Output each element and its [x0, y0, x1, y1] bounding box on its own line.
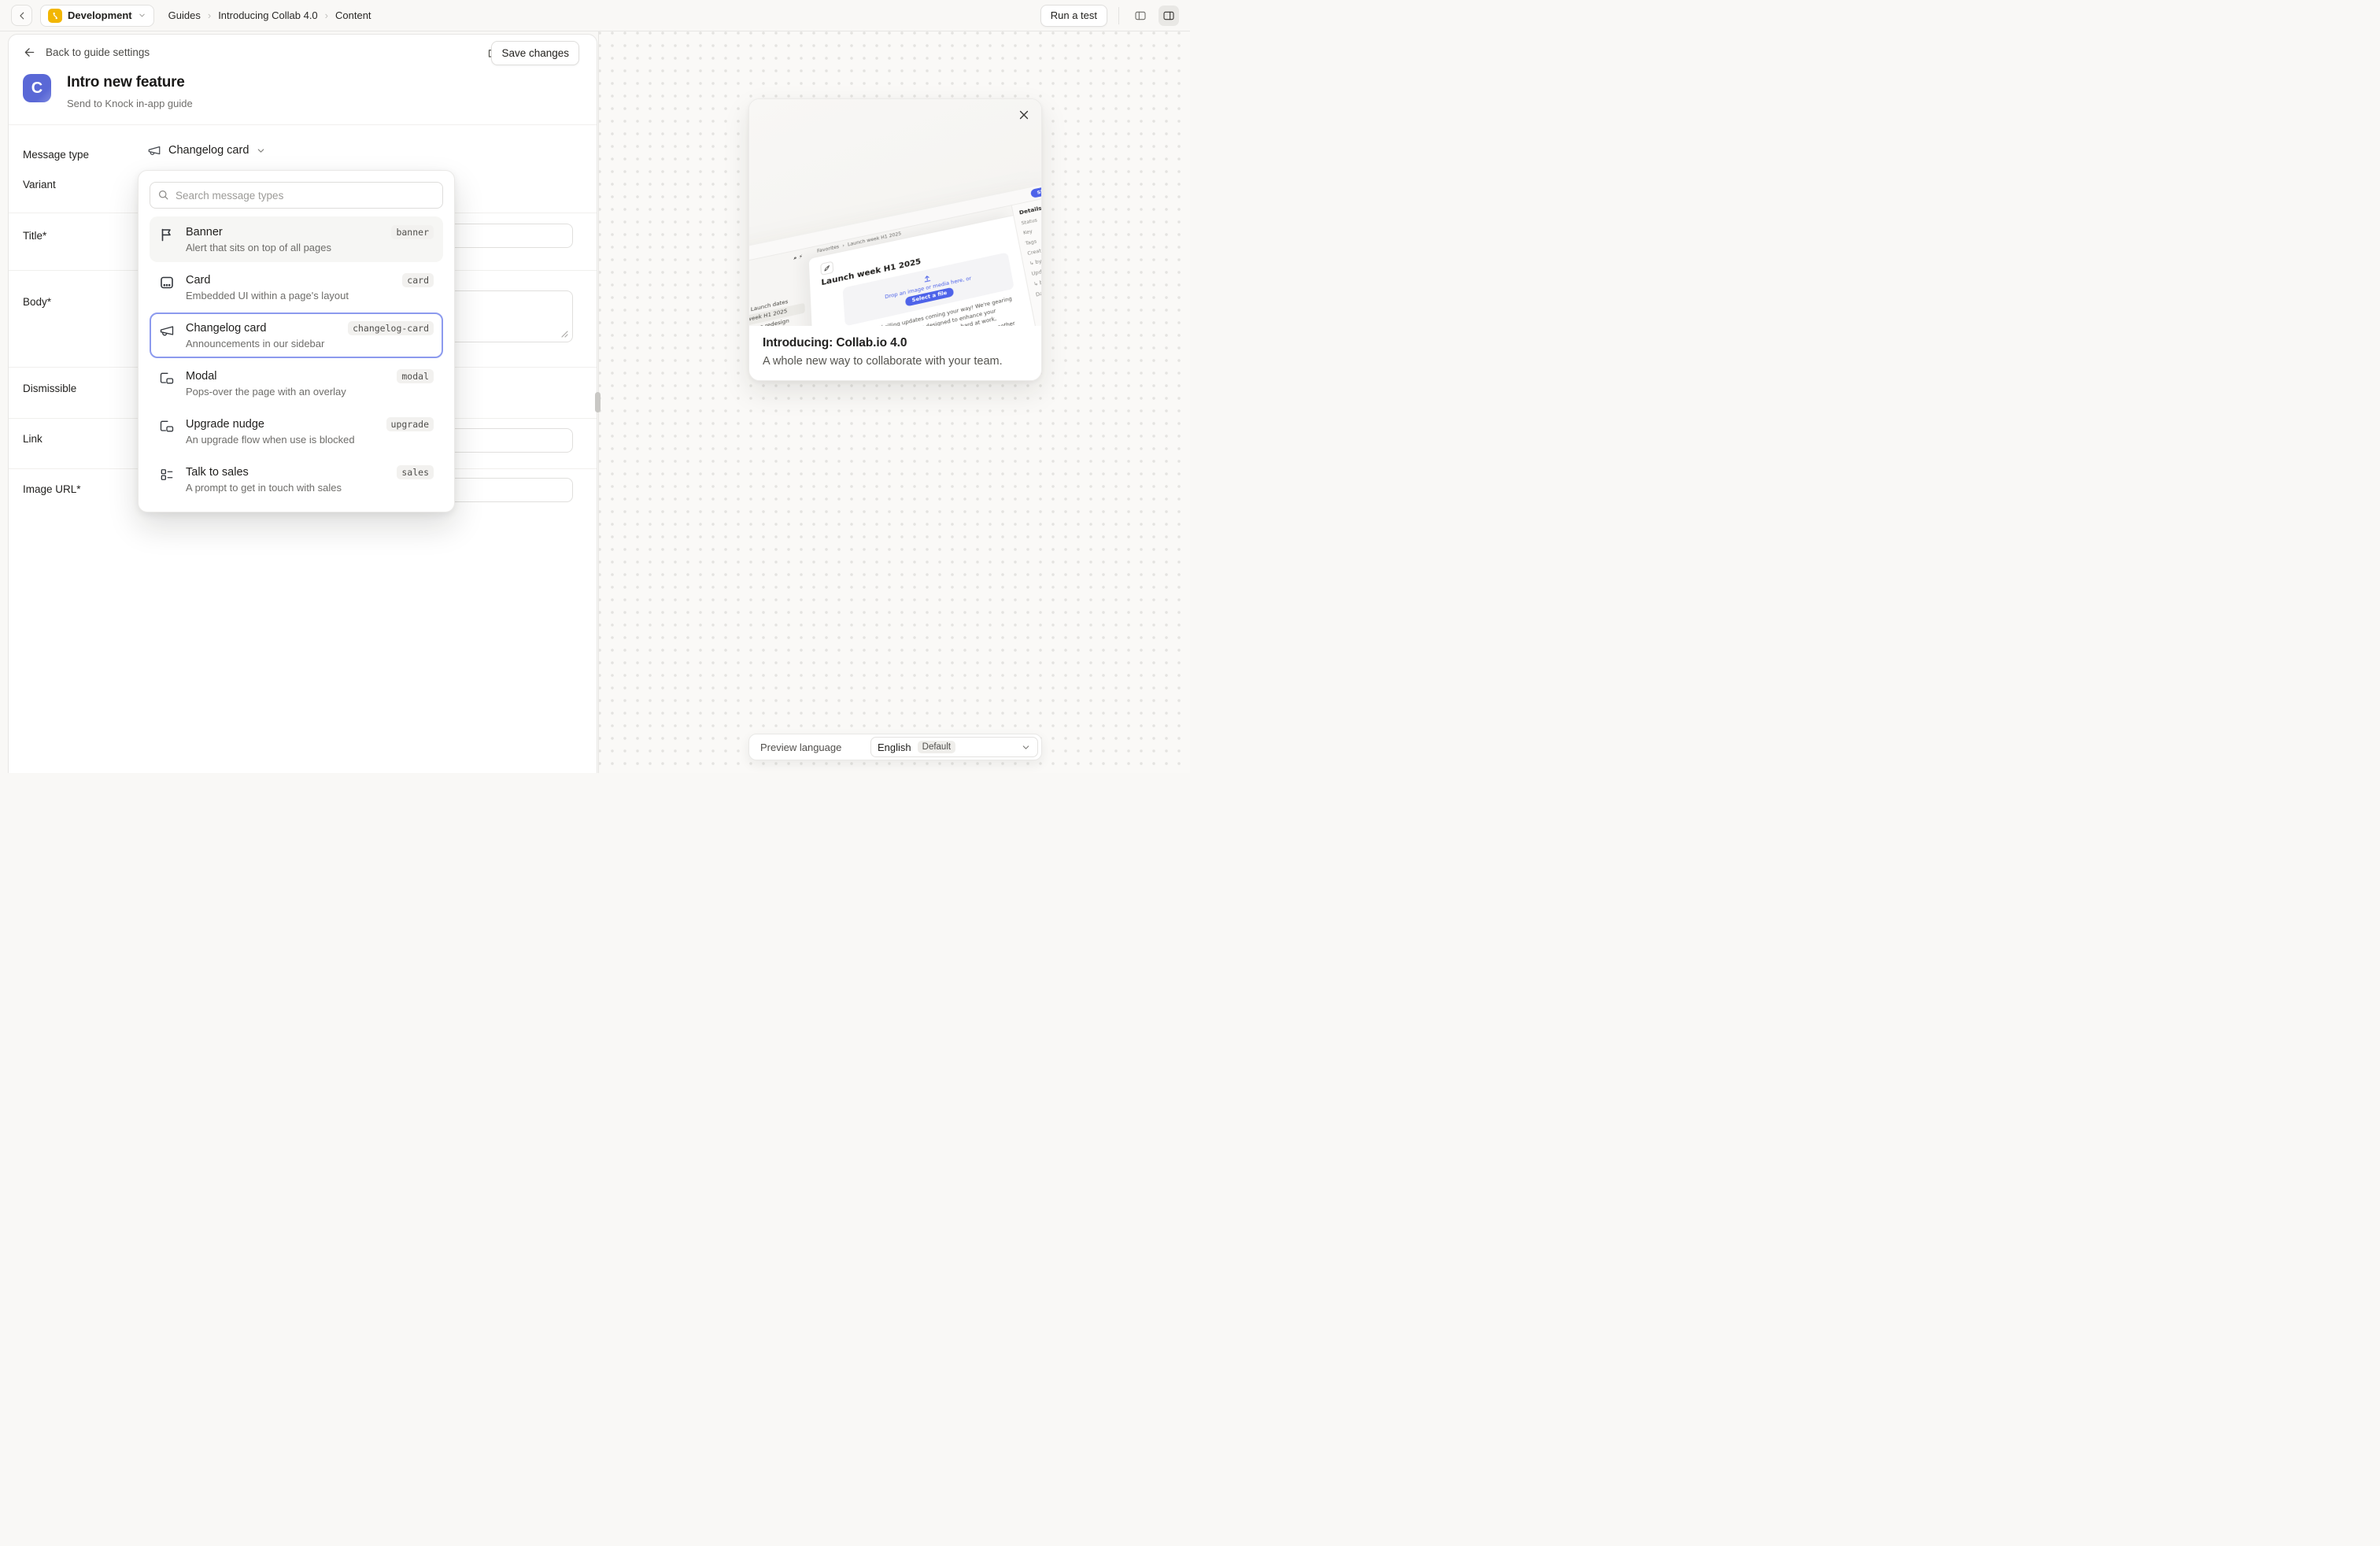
option-description: Embedded UI within a page's layout — [186, 290, 434, 301]
option-title: Banner — [186, 226, 391, 239]
message-type-value: Changelog card — [168, 144, 249, 157]
chevron-left-icon — [17, 10, 28, 21]
variant-label: Variant — [23, 179, 56, 190]
panel-right-icon — [1162, 9, 1175, 22]
card-icon — [159, 273, 176, 301]
option-description: Pops-over the page with an overlay — [186, 386, 434, 398]
toggle-right-panel-button[interactable] — [1159, 6, 1179, 26]
link-field-label: Link — [23, 433, 42, 445]
preview-panel: Share Collab.io ⌄⌕ ⚡ ⌂ Home✉ Inbox Favor… — [598, 31, 1190, 773]
list-icon — [159, 465, 176, 494]
preview-language-label: Preview language — [760, 742, 870, 753]
mock-app-screenshot: Share Collab.io ⌄⌕ ⚡ ⌂ Home✉ Inbox Favor… — [749, 176, 1041, 326]
option-title: Changelog card — [186, 322, 348, 335]
message-type-dropdown: Banner banner Alert that sits on top of … — [138, 170, 455, 512]
message-type-label: Message type — [23, 149, 89, 161]
close-icon — [1018, 109, 1030, 121]
option-title: Upgrade nudge — [186, 418, 386, 431]
dropdown-search — [150, 182, 443, 209]
guide-subtitle: Send to Knock in-app guide — [67, 98, 193, 109]
language-value: English — [878, 742, 911, 753]
back-to-guide-settings-label: Back to guide settings — [46, 46, 150, 58]
search-icon — [157, 189, 169, 201]
dismissible-label: Dismissible — [23, 383, 76, 394]
preview-card-subtitle: A whole new way to collaborate with your… — [763, 355, 1028, 368]
option-badge: card — [402, 273, 434, 287]
breadcrumb-separator: › — [325, 9, 328, 21]
top-bar: Development Guides › Introducing Collab … — [0, 0, 1190, 31]
search-message-types-input[interactable] — [150, 182, 443, 209]
flag-icon — [159, 225, 176, 253]
option-badge: sales — [397, 465, 434, 479]
preview-card-body: Introducing: Collab.io 4.0 A whole new w… — [749, 326, 1041, 378]
modal-icon — [159, 369, 176, 398]
message-type-option-changelog-card[interactable]: Changelog card changelog-card Announceme… — [150, 313, 443, 358]
preview-card-title: Introducing: Collab.io 4.0 — [763, 336, 1028, 350]
message-type-option-upgrade-nudge[interactable]: Upgrade nudge upgrade An upgrade flow wh… — [150, 409, 443, 454]
window-overlay-icon — [159, 417, 176, 446]
message-type-option-card[interactable]: Card card Embedded UI within a page's la… — [150, 264, 443, 310]
back-button[interactable] — [11, 5, 32, 26]
language-default-badge: Default — [918, 741, 955, 753]
guide-avatar: C — [23, 74, 51, 102]
preview-card-image: Share Collab.io ⌄⌕ ⚡ ⌂ Home✉ Inbox Favor… — [749, 99, 1041, 326]
chevron-down-icon — [256, 146, 266, 156]
resize-handle-icon[interactable] — [561, 331, 568, 338]
option-description: Announcements in our sidebar — [186, 338, 434, 350]
run-a-test-button[interactable]: Run a test — [1040, 5, 1107, 27]
megaphone-icon — [159, 321, 176, 350]
environment-switcher[interactable]: Development — [40, 5, 154, 27]
message-type-option-modal[interactable]: Modal modal Pops-over the page with an o… — [150, 361, 443, 406]
option-title: Modal — [186, 370, 397, 383]
chevron-down-icon — [138, 11, 146, 20]
option-description: Alert that sits on top of all pages — [186, 242, 434, 253]
back-to-guide-settings-link[interactable]: Back to guide settings — [23, 46, 150, 59]
environment-label: Development — [68, 9, 132, 21]
option-badge: modal — [397, 369, 434, 383]
body-field-label: Body* — [23, 296, 51, 308]
image-url-label: Image URL* — [23, 483, 81, 495]
option-title: Talk to sales — [186, 466, 397, 479]
mock-rocket-icon — [820, 261, 833, 276]
preview-close-button[interactable] — [1018, 109, 1030, 121]
option-badge: banner — [391, 225, 434, 239]
arrow-left-icon — [23, 46, 36, 59]
panel-resize-handle[interactable] — [595, 392, 601, 412]
toolbar-divider — [1118, 7, 1119, 24]
chevron-down-icon — [1021, 742, 1031, 753]
preview-language-bar: Preview language English Default — [748, 734, 1042, 760]
option-title: Card — [186, 274, 402, 287]
breadcrumb-guide-name[interactable]: Introducing Collab 4.0 — [218, 9, 317, 21]
upload-icon — [922, 274, 932, 284]
breadcrumb-separator: › — [208, 9, 211, 21]
preview-language-select[interactable]: English Default — [870, 737, 1038, 757]
breadcrumb-content[interactable]: Content — [335, 9, 371, 21]
save-changes-button[interactable]: Save changes — [491, 41, 579, 65]
breadcrumb-guides[interactable]: Guides — [168, 9, 201, 21]
option-badge: upgrade — [386, 417, 434, 431]
section-divider — [9, 124, 597, 125]
option-description: A prompt to get in touch with sales — [186, 482, 434, 494]
environment-icon — [48, 9, 62, 23]
preview-changelog-card: Share Collab.io ⌄⌕ ⚡ ⌂ Home✉ Inbox Favor… — [748, 98, 1042, 381]
option-description: An upgrade flow when use is blocked — [186, 434, 434, 446]
message-type-select[interactable]: Changelog card — [147, 143, 266, 157]
title-field-label: Title* — [23, 230, 46, 242]
option-badge: changelog-card — [348, 321, 434, 335]
knock-guide-editor: Development Guides › Introducing Collab … — [0, 0, 1190, 773]
message-type-option-talk-to-sales[interactable]: Talk to sales sales A prompt to get in t… — [150, 457, 443, 502]
panel-left-icon — [1134, 9, 1147, 22]
mock-share-button: Share — [1029, 184, 1041, 198]
megaphone-icon — [147, 143, 161, 157]
breadcrumb: Guides › Introducing Collab 4.0 › Conten… — [168, 9, 371, 21]
toggle-left-panel-button[interactable] — [1130, 6, 1151, 26]
message-type-option-banner[interactable]: Banner banner Alert that sits on top of … — [150, 216, 443, 262]
guide-title: Intro new feature — [67, 74, 185, 91]
